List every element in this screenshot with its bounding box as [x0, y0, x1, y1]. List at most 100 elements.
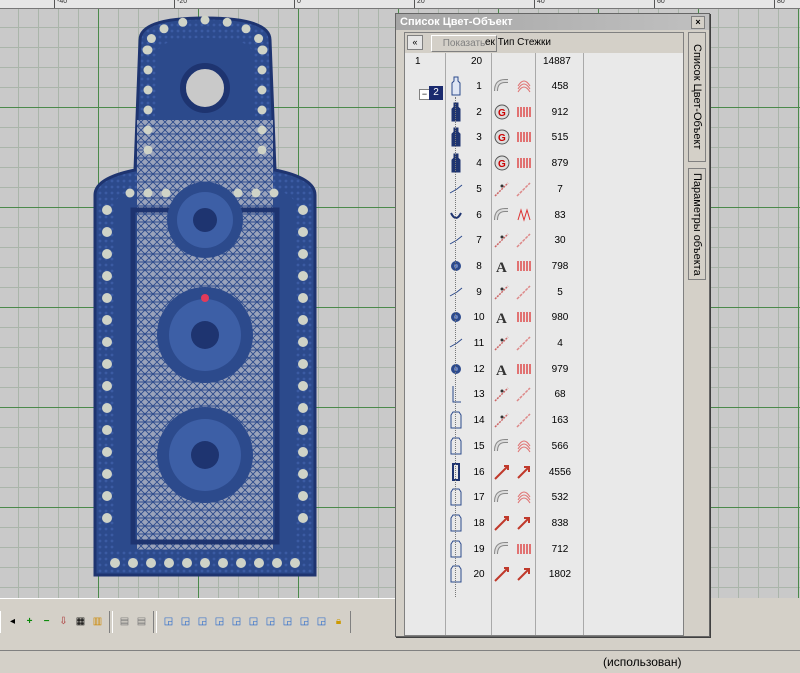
lace-dot [102, 315, 112, 325]
object-type-icon [493, 385, 511, 403]
table-row[interactable]: 10 A 980 [405, 304, 683, 330]
stitch-tool-3-icon[interactable]: ◲ [195, 615, 210, 630]
object-type-icon [493, 540, 511, 558]
lace-dot [298, 293, 308, 303]
stitch-type-icon [515, 437, 533, 455]
window-titlebar[interactable]: Список Цвет-Объект × [396, 14, 709, 30]
ruler-tick [54, 0, 55, 8]
embroidery-design[interactable] [85, 10, 325, 585]
stitch-type-icon [515, 411, 533, 429]
table-row[interactable]: 7 30 [405, 227, 683, 253]
stitch-tool-5-icon[interactable]: ◲ [229, 615, 244, 630]
stitch-tool-8-icon[interactable]: ◲ [280, 615, 295, 630]
side-tabs: Список Цвет-Объект Параметры объекта [686, 32, 706, 634]
lace-dot [143, 85, 153, 95]
stitch-type-icon [515, 514, 533, 532]
stitch-tool-7-icon[interactable]: ◲ [263, 615, 278, 630]
object-number: 15 [473, 440, 485, 452]
layers-alt-icon[interactable]: ▤ [134, 615, 149, 630]
table-row[interactable]: 57 [405, 176, 683, 202]
stitch-tool-9-icon[interactable]: ◲ [297, 615, 312, 630]
lace-dot [102, 491, 112, 501]
lace-dot [298, 359, 308, 369]
stitch-type-icon [515, 334, 533, 352]
object-number: 20 [473, 569, 485, 581]
lock-icon[interactable]: 🔒︎ [331, 615, 346, 630]
summary-col2: 20 [471, 56, 483, 67]
stitch-type-icon [515, 308, 533, 326]
stitch-type-icon [515, 180, 533, 198]
stitch-count: 1802 [548, 569, 572, 581]
layers-icon[interactable]: ▤ [117, 615, 132, 630]
tab-color-object-list[interactable]: Список Цвет-Объект [688, 32, 706, 162]
stitch-tool-4-icon[interactable]: ◲ [212, 615, 227, 630]
stitch-tool-1-icon[interactable]: ◲ [161, 615, 176, 630]
object-number: 10 [473, 312, 485, 324]
table-row[interactable]: 1 458 [405, 73, 683, 99]
table-row[interactable]: 19 712 [405, 536, 683, 562]
lace-dot [110, 558, 120, 568]
table-row[interactable]: 16 4556 [405, 459, 683, 485]
object-type-icon [493, 488, 511, 506]
lace-dot [125, 188, 135, 198]
lace-dot [272, 558, 282, 568]
zoom-out-button[interactable]: − [39, 615, 54, 630]
lace-dot [218, 558, 228, 568]
top-ruler: -40-20020406080100120 [0, 0, 800, 9]
object-number: 12 [473, 363, 485, 375]
download-icon[interactable]: ⇩ [56, 615, 71, 630]
table-row[interactable]: 95 [405, 279, 683, 305]
stitch-tool-6-icon[interactable]: ◲ [246, 615, 261, 630]
column-headers: ек Тип Стежки [485, 37, 551, 48]
lace-dot [298, 381, 308, 391]
stitch-tool-10-icon[interactable]: ◲ [314, 615, 329, 630]
table-row[interactable]: 15 566 [405, 433, 683, 459]
object-type-icon: A [493, 257, 511, 276]
object-list[interactable]: « Показать ек Тип Стежки 1 20 14887 − 2 … [404, 32, 684, 636]
scroll-left-icon[interactable]: ◂ [5, 615, 20, 630]
tab-object-parameters[interactable]: Параметры объекта [688, 168, 706, 280]
lace-dot [143, 105, 153, 115]
hanging-hole [180, 63, 230, 113]
table-row[interactable]: 12 A 979 [405, 356, 683, 382]
lace-dot [257, 125, 267, 135]
table-row[interactable]: 6 83 [405, 202, 683, 228]
close-button[interactable]: × [691, 16, 705, 29]
lace-dot [142, 45, 152, 55]
table-row[interactable]: 2 G 912 [405, 99, 683, 125]
ruler-label: 60 [657, 0, 665, 5]
ruler-tick [534, 0, 535, 8]
table-row[interactable]: 4 G 879 [405, 150, 683, 176]
stitch-type-icon [515, 231, 533, 249]
ruler-label: 0 [297, 0, 301, 5]
lace-dot [143, 65, 153, 75]
collapse-button[interactable]: « [407, 35, 423, 50]
table-row[interactable]: 13 68 [405, 381, 683, 407]
stitch-type-icon [515, 154, 533, 172]
status-bar: (использован) [0, 650, 800, 673]
object-type-icon [493, 231, 511, 249]
zoom-in-button[interactable]: + [22, 615, 37, 630]
table-row[interactable]: 18 838 [405, 510, 683, 536]
table-row[interactable]: 14 163 [405, 407, 683, 433]
status-text: (использован) [603, 655, 682, 669]
summary-row: 1 20 14887 [405, 53, 683, 69]
table-row[interactable]: 17 532 [405, 484, 683, 510]
table-row[interactable]: 20 1802 [405, 561, 683, 587]
table-row[interactable]: 3 G 515 [405, 124, 683, 150]
table-row[interactable]: 8 A 798 [405, 253, 683, 279]
stitch-type-icon [515, 360, 533, 378]
lace-dot [146, 558, 156, 568]
ruler-tick [774, 0, 775, 8]
stitch-count: 83 [554, 209, 566, 221]
lace-dot [257, 145, 267, 155]
stitch-tool-2-icon[interactable]: ◲ [178, 615, 193, 630]
color-bars-icon[interactable]: ▥ [90, 615, 105, 630]
lace-dot [143, 145, 153, 155]
object-type-icon [493, 411, 511, 429]
lace-dot [200, 558, 210, 568]
stitch-count: 7 [557, 183, 563, 195]
grid-icon[interactable]: ▦ [73, 615, 88, 630]
lace-dot [102, 381, 112, 391]
table-row[interactable]: 11 4 [405, 330, 683, 356]
